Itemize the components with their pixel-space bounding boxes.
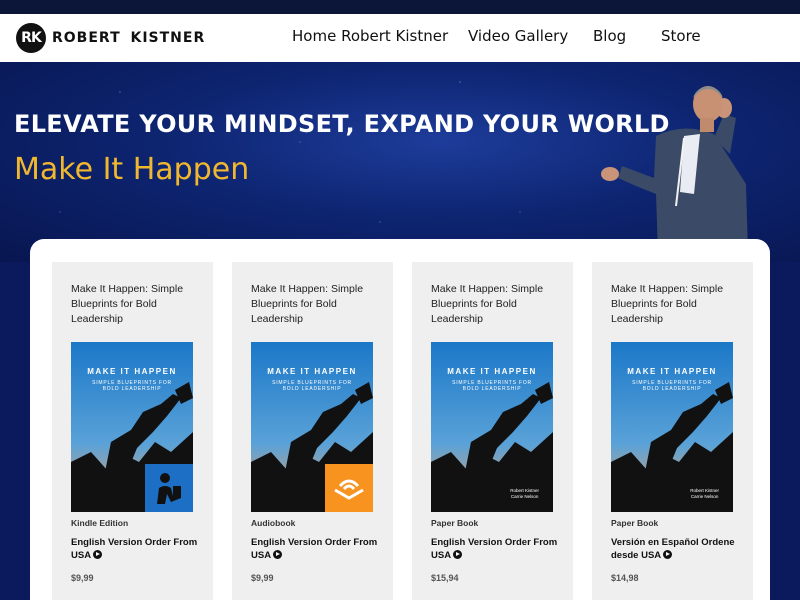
arrow-right-circle-icon — [663, 550, 673, 559]
price: $14,98 — [611, 573, 639, 583]
cover-title: MAKE IT HAPPEN — [627, 367, 717, 376]
logo[interactable]: RK ROBERT KISTNER — [16, 23, 205, 53]
cover-title: MAKE IT HAPPEN — [447, 367, 537, 376]
logo-badge: RK — [16, 23, 46, 53]
nav-link-home[interactable]: Home Robert Kistner — [292, 27, 448, 45]
speaker-photo — [601, 86, 748, 254]
hero-subtitle: Make It Happen — [14, 152, 250, 187]
product-title: Make It Happen: Simple Blueprints for Bo… — [71, 283, 184, 325]
price: $15,94 — [431, 573, 459, 583]
header: RK ROBERT KISTNER Home Robert Kistner Vi… — [0, 14, 800, 62]
price: $9,99 — [251, 573, 274, 583]
order-link[interactable]: Versión en Español Ordene desde USA — [611, 536, 746, 562]
nav-link-blog[interactable]: Blog — [593, 27, 626, 45]
cover-authors: Robert Kistner Carrie Nelson — [690, 488, 719, 499]
audible-icon — [325, 464, 373, 512]
arrow-right-circle-icon — [453, 550, 463, 559]
book-cover[interactable]: MAKE IT HAPPEN SIMPLE BLUEPRINTS FOR BOL… — [251, 342, 373, 512]
book-cover[interactable]: MAKE IT HAPPEN SIMPLE BLUEPRINTS FOR BOL… — [71, 342, 193, 512]
cover-subtitle: SIMPLE BLUEPRINTS FOR BOLD LEADERSHIP — [632, 380, 712, 392]
product-card-audiobook: Make It Happen: Simple Blueprints for Bo… — [232, 262, 393, 600]
arrow-right-circle-icon — [93, 550, 103, 559]
top-strip — [0, 0, 800, 14]
order-link[interactable]: English Version Order From USA — [71, 536, 206, 562]
cover-title: MAKE IT HAPPEN — [87, 367, 177, 376]
cover-subtitle: SIMPLE BLUEPRINTS FOR BOLD LEADERSHIP — [92, 380, 172, 392]
arrow-right-circle-icon — [273, 550, 283, 559]
logo-text: ROBERT KISTNER — [52, 30, 206, 46]
book-cover[interactable]: MAKE IT HAPPEN SIMPLE BLUEPRINTS FOR BOL… — [611, 342, 733, 512]
product-card-kindle: Make It Happen: Simple Blueprints for Bo… — [52, 262, 213, 600]
price: $9,99 — [71, 573, 94, 583]
edition-label: Paper Book — [611, 518, 659, 528]
hero-banner: ELEVATE YOUR MINDSET, EXPAND YOUR WORLD … — [0, 62, 800, 262]
cover-authors: Robert Kistner Carrie Nelson — [510, 488, 539, 499]
product-title: Make It Happen: Simple Blueprints for Bo… — [251, 283, 364, 325]
book-cover[interactable]: MAKE IT HAPPEN SIMPLE BLUEPRINTS FOR BOL… — [431, 342, 553, 512]
order-link[interactable]: English Version Order From USA — [431, 536, 566, 562]
edition-label: Paper Book — [431, 518, 479, 528]
kindle-reader-icon — [145, 464, 193, 512]
nav-link-store[interactable]: Store — [661, 27, 701, 45]
hero-title: ELEVATE YOUR MINDSET, EXPAND YOUR WORLD — [14, 110, 670, 138]
product-card-paperback-en: Make It Happen: Simple Blueprints for Bo… — [412, 262, 573, 600]
edition-label: Audiobook — [251, 518, 296, 528]
cover-subtitle: SIMPLE BLUEPRINTS FOR BOLD LEADERSHIP — [452, 380, 532, 392]
product-title: Make It Happen: Simple Blueprints for Bo… — [611, 283, 724, 325]
cover-title: MAKE IT HAPPEN — [267, 367, 357, 376]
product-title: Make It Happen: Simple Blueprints for Bo… — [431, 283, 544, 325]
nav-link-video-gallery[interactable]: Video Gallery — [468, 27, 568, 45]
order-link[interactable]: English Version Order From USA — [251, 536, 386, 562]
cover-subtitle: SIMPLE BLUEPRINTS FOR BOLD LEADERSHIP — [272, 380, 352, 392]
edition-label: Kindle Edition — [71, 518, 129, 528]
product-card-paperback-es: Make It Happen: Simple Blueprints for Bo… — [592, 262, 753, 600]
